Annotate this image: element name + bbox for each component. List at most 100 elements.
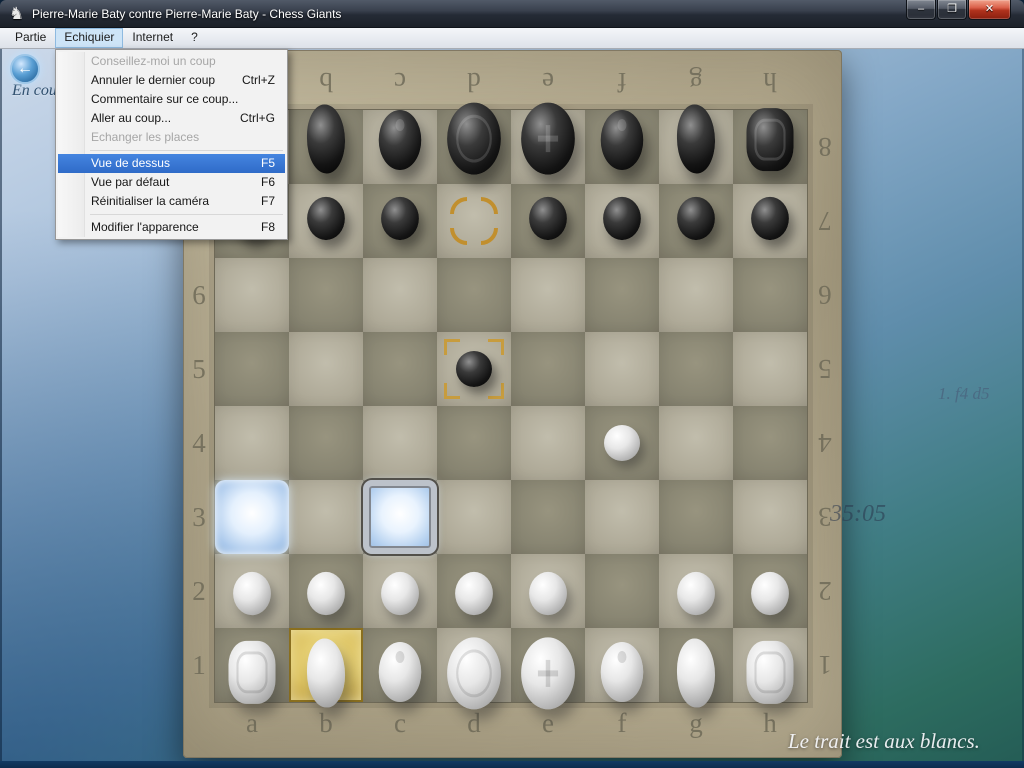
rank-label-right-2: 2 <box>809 554 841 628</box>
rank-label-right-1: 1 <box>809 628 841 702</box>
piece-white-bishop-c1[interactable] <box>379 642 422 702</box>
square-f6[interactable] <box>585 258 659 332</box>
square-g4[interactable] <box>659 406 733 480</box>
piece-white-knight-g1[interactable] <box>677 639 715 708</box>
rank-label-left-6: 6 <box>183 258 215 332</box>
menu-item-commentaire-sur-ce-coup[interactable]: Commentaire sur ce coup... <box>58 90 285 109</box>
piece-white-pawn-e2[interactable] <box>529 572 567 615</box>
square-e3[interactable] <box>511 480 585 554</box>
menu-item-shortcut: Ctrl+G <box>240 109 275 128</box>
piece-white-knight-b1[interactable] <box>307 639 345 708</box>
piece-black-bishop-f8[interactable] <box>601 110 644 170</box>
menu-item-vue-de-dessus[interactable]: Vue de dessus F5 <box>58 154 285 173</box>
piece-black-knight-g8[interactable] <box>677 104 715 173</box>
rank-label-right-8: 8 <box>809 110 841 184</box>
piece-white-pawn-f4[interactable] <box>604 425 640 461</box>
piece-black-bishop-c8[interactable] <box>379 110 422 170</box>
window-left-edge <box>0 49 2 768</box>
piece-black-knight-b8[interactable] <box>307 104 345 173</box>
menu-item-modifier-l-apparence[interactable]: Modifier l'apparenceF8 <box>58 218 285 237</box>
square-d4[interactable] <box>437 406 511 480</box>
menubar-item-echiquier[interactable]: Echiquier <box>55 28 123 48</box>
menubar-item-internet[interactable]: Internet <box>123 28 182 48</box>
menu-item-aller-au-coup[interactable]: Aller au coup...Ctrl+G <box>58 109 285 128</box>
square-b3[interactable] <box>289 480 363 554</box>
square-d6[interactable] <box>437 258 511 332</box>
square-a4[interactable] <box>215 406 289 480</box>
piece-white-rook-h1[interactable] <box>746 641 793 704</box>
menu-separator <box>90 214 283 215</box>
square-f5[interactable] <box>585 332 659 406</box>
piece-black-queen-d8[interactable] <box>447 103 501 175</box>
file-label-bottom-e: e <box>511 708 585 739</box>
square-g5[interactable] <box>659 332 733 406</box>
square-h5[interactable] <box>733 332 807 406</box>
menu-item-vue-par-d-faut[interactable]: Vue par défautF6 <box>58 173 285 192</box>
square-f2[interactable] <box>585 554 659 628</box>
square-b6[interactable] <box>289 258 363 332</box>
marker-corner-tl <box>444 339 460 355</box>
piece-black-pawn-g7[interactable] <box>677 197 715 240</box>
piece-black-pawn-c7[interactable] <box>381 197 419 240</box>
move-origin-marker-d7 <box>437 184 511 258</box>
square-b4[interactable] <box>289 406 363 480</box>
square-a5[interactable] <box>215 332 289 406</box>
square-g6[interactable] <box>659 258 733 332</box>
marker-corner-tr <box>488 339 504 355</box>
menu-item-label: Vue de dessus <box>91 156 170 170</box>
piece-black-pawn-e7[interactable] <box>529 197 567 240</box>
piece-black-king-e8[interactable] <box>521 103 575 175</box>
rank-label-left-2: 2 <box>183 554 215 628</box>
rank-label-left-1: 1 <box>183 628 215 702</box>
menu-item-annuler-le-dernier-coup[interactable]: Annuler le dernier coupCtrl+Z <box>58 71 285 90</box>
piece-white-pawn-c2[interactable] <box>381 572 419 615</box>
square-e5[interactable] <box>511 332 585 406</box>
maximize-button[interactable]: ❐ <box>937 0 967 20</box>
square-e6[interactable] <box>511 258 585 332</box>
piece-white-pawn-d2[interactable] <box>455 572 493 615</box>
piece-black-pawn-d5[interactable] <box>456 351 492 387</box>
marker-corner-bl <box>450 228 467 245</box>
back-arrow-button[interactable]: ← <box>10 54 40 84</box>
menubar-item-partie[interactable]: Partie <box>6 28 55 48</box>
square-a6[interactable] <box>215 258 289 332</box>
piece-white-pawn-h2[interactable] <box>751 572 789 615</box>
square-c6[interactable] <box>363 258 437 332</box>
square-h6[interactable] <box>733 258 807 332</box>
menu-item-label: Vue par défaut <box>91 175 169 189</box>
piece-black-pawn-h7[interactable] <box>751 197 789 240</box>
minimize-button[interactable]: – <box>906 0 936 20</box>
menu-item-label: Annuler le dernier coup <box>91 73 215 87</box>
menubar-item-help[interactable]: ? <box>182 28 207 48</box>
square-g3[interactable] <box>659 480 733 554</box>
file-label-bottom-a: a <box>215 708 289 739</box>
piece-black-pawn-f7[interactable] <box>603 197 641 240</box>
square-b5[interactable] <box>289 332 363 406</box>
piece-white-pawn-g2[interactable] <box>677 572 715 615</box>
menu-item-label: Echanger les places <box>91 130 199 144</box>
piece-white-pawn-a2[interactable] <box>233 572 271 615</box>
title-bar[interactable]: ♞ Pierre-Marie Baty contre Pierre-Marie … <box>0 0 1024 28</box>
square-c4[interactable] <box>363 406 437 480</box>
piece-white-queen-d1[interactable] <box>447 637 501 709</box>
square-f3[interactable] <box>585 480 659 554</box>
piece-white-king-e1[interactable] <box>521 637 575 709</box>
marker-corner-br <box>488 383 504 399</box>
menu-item-shortcut: F5 <box>261 154 275 173</box>
piece-black-pawn-b7[interactable] <box>307 197 345 240</box>
rank-label-right-4: 4 <box>809 406 841 480</box>
file-label-top-f: f <box>585 66 659 97</box>
highlight-legal-move-a3 <box>215 480 289 554</box>
close-button[interactable]: ✕ <box>968 0 1011 20</box>
piece-black-rook-h8[interactable] <box>746 108 793 171</box>
menu-item-r-initialiser-la-cam-ra[interactable]: Réinitialiser la caméraF7 <box>58 192 285 211</box>
square-h3[interactable] <box>733 480 807 554</box>
square-h4[interactable] <box>733 406 807 480</box>
menu-item-label: Réinitialiser la caméra <box>91 194 209 208</box>
piece-white-bishop-f1[interactable] <box>601 642 644 702</box>
piece-white-rook-a1[interactable] <box>228 641 275 704</box>
piece-white-pawn-b2[interactable] <box>307 572 345 615</box>
square-d3[interactable] <box>437 480 511 554</box>
square-e4[interactable] <box>511 406 585 480</box>
square-c5[interactable] <box>363 332 437 406</box>
